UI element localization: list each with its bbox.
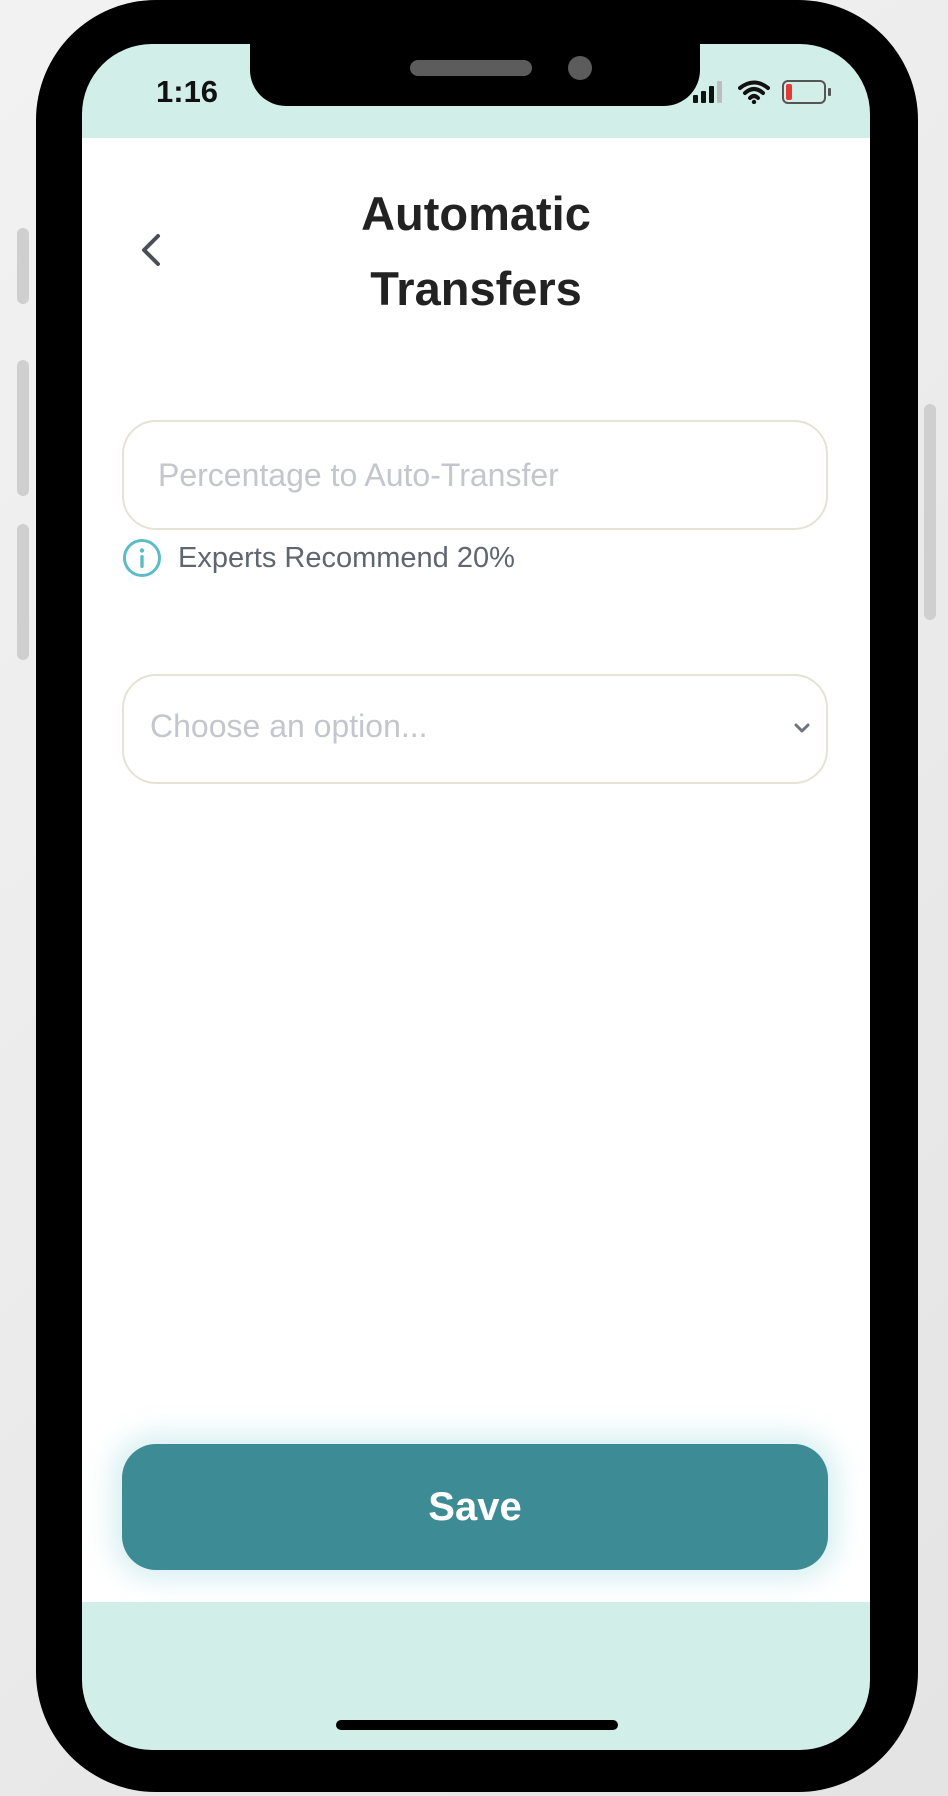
hint-text: Experts Recommend 20% <box>178 541 515 574</box>
phone-frame: 1:16 Automatic Transfers Percentage to A… <box>36 0 918 1792</box>
phone-screen: 1:16 Automatic Transfers Percentage to A… <box>82 44 870 1750</box>
wifi-icon <box>738 80 770 104</box>
phone-volume-up-button <box>17 360 29 496</box>
speaker <box>410 60 532 76</box>
phone-mute-switch <box>17 228 29 304</box>
save-button[interactable]: Save <box>122 1444 828 1570</box>
select-placeholder: Choose an option... <box>150 708 428 744</box>
phone-power-button <box>924 404 936 620</box>
page-title: Automatic Transfers <box>82 176 870 326</box>
app-content: Automatic Transfers Experts Recommend 20… <box>82 138 870 1602</box>
percentage-field[interactable] <box>122 420 828 530</box>
battery-icon <box>782 80 831 104</box>
camera <box>568 56 592 80</box>
info-icon <box>123 539 161 577</box>
home-indicator[interactable] <box>336 1720 618 1730</box>
recommendation-hint: Experts Recommend 20% <box>122 538 515 578</box>
save-button-label: Save <box>428 1484 522 1529</box>
status-time: 1:16 <box>156 74 219 109</box>
notch <box>250 44 700 106</box>
page-title-text: Automatic Transfers <box>361 187 591 315</box>
percentage-input[interactable] <box>158 422 778 528</box>
status-icons <box>692 80 832 104</box>
phone-volume-down-button <box>17 524 29 660</box>
option-select[interactable]: Choose an option... <box>122 674 828 784</box>
signal-icon <box>693 81 722 103</box>
chevron-down-icon <box>794 723 810 733</box>
